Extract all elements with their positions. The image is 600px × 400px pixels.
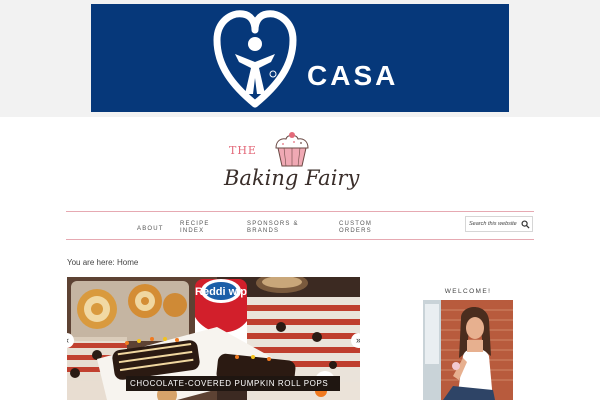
casa-brand-text: CASA — [307, 60, 399, 91]
slider-next-button[interactable]: » — [351, 333, 360, 348]
logo-the-text: THE — [229, 144, 257, 157]
search-input[interactable] — [469, 219, 521, 229]
breadcrumb: You are here: Home — [67, 258, 139, 267]
casa-ad-banner[interactable]: CASA — [91, 4, 509, 112]
author-photo[interactable] — [423, 300, 513, 400]
site-logo[interactable]: THE Baking Fairy — [220, 128, 382, 200]
nav-item-about[interactable]: About — [137, 226, 164, 233]
welcome-widget-title: WELCOME! — [444, 288, 492, 295]
featured-slider[interactable]: Reddi wip « » CHOCOLATE-COVERED PUMPKIN … — [67, 277, 360, 400]
slide-caption[interactable]: CHOCOLATE-COVERED PUMPKIN ROLL POPS — [126, 376, 340, 391]
logo-name-text: Baking Fairy — [224, 166, 360, 190]
author-portrait-image — [423, 300, 513, 400]
product-label-text: Reddi wip — [195, 286, 247, 298]
nav-item-custom-orders[interactable]: Custom Orders — [339, 221, 389, 235]
search-icon[interactable] — [521, 220, 530, 229]
casa-heart-figure-logo-icon — [213, 10, 297, 108]
nav-item-sponsors-brands[interactable]: Sponsors & Brands — [247, 221, 307, 235]
search-box[interactable] — [465, 216, 533, 232]
nav-item-recipe-index[interactable]: Recipe Index — [180, 221, 220, 235]
nav-divider-top — [66, 211, 534, 212]
ad-band: CASA — [0, 0, 600, 117]
nav-divider-bottom — [66, 239, 534, 240]
cupcake-icon — [275, 132, 309, 167]
